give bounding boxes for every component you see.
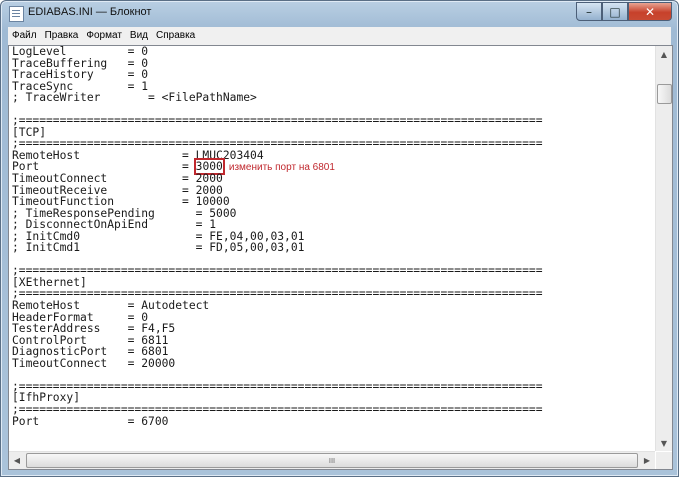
scroll-grip-icon: III: [328, 456, 336, 465]
editor-line: TimeoutConnect = 20000: [12, 356, 176, 370]
close-button[interactable]: ✕: [628, 2, 672, 21]
editor-line: ;=======================================…: [12, 379, 543, 393]
window-title: EDIABAS.INI — Блокнот: [28, 6, 152, 18]
editor-line: TesterAddress = F4,F5: [12, 322, 176, 336]
menu-help[interactable]: Справка: [152, 27, 199, 45]
menu-bar: Файл Правка Формат Вид Справка: [8, 27, 671, 45]
minimize-button[interactable]: –: [576, 2, 602, 21]
text-editor[interactable]: LogLevel = 0 TraceBuffering = 0 TraceHisto…: [9, 46, 655, 451]
port-change-annotation: изменить порт на 6801: [228, 162, 335, 174]
notepad-app-icon[interactable]: [9, 6, 24, 22]
horizontal-scroll-thumb[interactable]: III: [26, 453, 638, 468]
size-grip: [656, 452, 672, 469]
scroll-up-arrow-icon[interactable]: ▲: [656, 46, 672, 62]
client-area: LogLevel = 0 TraceBuffering = 0 TraceHisto…: [8, 45, 673, 470]
vertical-scrollbar[interactable]: ▲ ▼: [655, 46, 672, 451]
editor-line: ;=======================================…: [12, 114, 543, 128]
menu-edit[interactable]: Правка: [41, 27, 83, 45]
editor-line: Port = 6700: [12, 414, 169, 428]
editor-line: ; InitCmd1 = FD,05,00,03,01: [12, 241, 305, 255]
title-bar[interactable]: EDIABAS.INI — Блокнот – □ ✕: [1, 1, 678, 25]
scroll-down-arrow-icon[interactable]: ▼: [656, 435, 672, 451]
scroll-right-arrow-icon[interactable]: ▶: [639, 452, 655, 468]
horizontal-scrollbar[interactable]: ◀ III ▶: [9, 451, 655, 469]
editor-line: ;=======================================…: [12, 402, 543, 416]
editor-line: LogLevel = 0: [12, 46, 149, 58]
editor-line: TimeoutConnect = 2000: [12, 172, 223, 186]
menu-file[interactable]: Файл: [8, 27, 41, 45]
notepad-window: EDIABAS.INI — Блокнот – □ ✕ Файл Правка …: [0, 0, 679, 477]
editor-line: ;=======================================…: [12, 264, 543, 278]
editor-line: RemoteHost = Autodetect: [12, 299, 210, 313]
scroll-left-arrow-icon[interactable]: ◀: [9, 452, 25, 468]
menu-view[interactable]: Вид: [126, 27, 152, 45]
editor-line: TimeoutFunction = 10000: [12, 195, 230, 209]
editor-line: ; TraceWriter = <FilePathName>: [12, 91, 257, 105]
editor-line: TraceHistory = 0: [12, 68, 149, 82]
vertical-scroll-thumb[interactable]: [657, 84, 672, 104]
caption-buttons: – □ ✕: [576, 2, 672, 21]
maximize-button[interactable]: □: [602, 2, 628, 21]
menu-format[interactable]: Формат: [82, 27, 126, 45]
